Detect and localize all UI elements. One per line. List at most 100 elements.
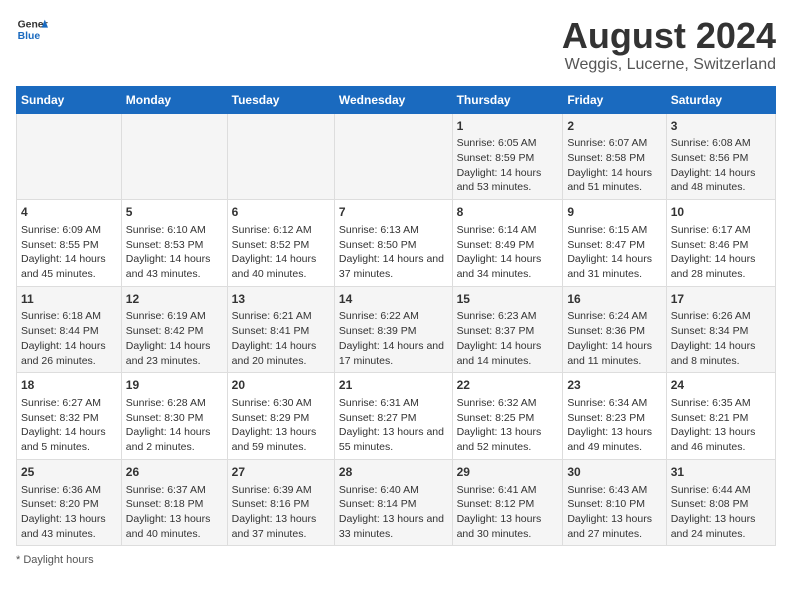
day-info: Sunrise: 6:43 AM: [567, 483, 661, 498]
day-info: Sunrise: 6:32 AM: [457, 396, 559, 411]
calendar-cell: 20Sunrise: 6:30 AMSunset: 8:29 PMDayligh…: [227, 373, 334, 460]
title-block: August 2024 Weggis, Lucerne, Switzerland: [562, 16, 776, 74]
day-info: Daylight: 14 hours and 26 minutes.: [21, 339, 117, 368]
day-info: Sunset: 8:21 PM: [671, 411, 771, 426]
day-number: 5: [126, 204, 223, 221]
calendar-cell: 27Sunrise: 6:39 AMSunset: 8:16 PMDayligh…: [227, 459, 334, 546]
day-number: 27: [232, 464, 330, 481]
day-info: Sunrise: 6:34 AM: [567, 396, 661, 411]
day-info: Sunrise: 6:36 AM: [21, 483, 117, 498]
day-info: Sunrise: 6:28 AM: [126, 396, 223, 411]
calendar-cell: 12Sunrise: 6:19 AMSunset: 8:42 PMDayligh…: [121, 286, 227, 373]
day-info: Daylight: 14 hours and 51 minutes.: [567, 166, 661, 195]
day-info: Sunrise: 6:40 AM: [339, 483, 448, 498]
calendar-cell: 13Sunrise: 6:21 AMSunset: 8:41 PMDayligh…: [227, 286, 334, 373]
day-info: Daylight: 13 hours and 49 minutes.: [567, 425, 661, 454]
header-day-friday: Friday: [563, 86, 666, 113]
day-info: Sunset: 8:55 PM: [21, 238, 117, 253]
day-number: 28: [339, 464, 448, 481]
day-number: 23: [567, 377, 661, 394]
day-number: 25: [21, 464, 117, 481]
calendar-cell: 26Sunrise: 6:37 AMSunset: 8:18 PMDayligh…: [121, 459, 227, 546]
day-info: Daylight: 13 hours and 46 minutes.: [671, 425, 771, 454]
day-info: Sunset: 8:25 PM: [457, 411, 559, 426]
calendar-cell: [17, 113, 122, 200]
week-row-4: 18Sunrise: 6:27 AMSunset: 8:32 PMDayligh…: [17, 373, 776, 460]
day-info: Sunset: 8:23 PM: [567, 411, 661, 426]
header-day-saturday: Saturday: [666, 86, 775, 113]
day-number: 18: [21, 377, 117, 394]
day-info: Sunset: 8:12 PM: [457, 497, 559, 512]
subtitle: Weggis, Lucerne, Switzerland: [562, 56, 776, 74]
day-number: 4: [21, 204, 117, 221]
calendar-cell: 9Sunrise: 6:15 AMSunset: 8:47 PMDaylight…: [563, 200, 666, 287]
day-info: Sunset: 8:10 PM: [567, 497, 661, 512]
day-info: Daylight: 14 hours and 48 minutes.: [671, 166, 771, 195]
day-info: Daylight: 14 hours and 11 minutes.: [567, 339, 661, 368]
week-row-1: 1Sunrise: 6:05 AMSunset: 8:59 PMDaylight…: [17, 113, 776, 200]
header-day-tuesday: Tuesday: [227, 86, 334, 113]
day-info: Daylight: 14 hours and 43 minutes.: [126, 252, 223, 281]
day-info: Sunset: 8:42 PM: [126, 324, 223, 339]
day-number: 30: [567, 464, 661, 481]
calendar-cell: 17Sunrise: 6:26 AMSunset: 8:34 PMDayligh…: [666, 286, 775, 373]
day-info: Sunrise: 6:10 AM: [126, 223, 223, 238]
calendar-cell: 25Sunrise: 6:36 AMSunset: 8:20 PMDayligh…: [17, 459, 122, 546]
day-info: Sunrise: 6:44 AM: [671, 483, 771, 498]
day-info: Sunrise: 6:08 AM: [671, 136, 771, 151]
day-info: Sunrise: 6:27 AM: [21, 396, 117, 411]
daylight-hours-label: Daylight hours: [23, 554, 93, 566]
calendar-cell: 1Sunrise: 6:05 AMSunset: 8:59 PMDaylight…: [452, 113, 563, 200]
calendar-cell: 4 Sunrise: 6:09 AMSunset: 8:55 PMDaylight…: [17, 200, 122, 287]
day-number: 20: [232, 377, 330, 394]
day-info: Sunrise: 6:14 AM: [457, 223, 559, 238]
day-info: Sunset: 8:39 PM: [339, 324, 448, 339]
calendar-cell: [227, 113, 334, 200]
day-info: Daylight: 14 hours and 14 minutes.: [457, 339, 559, 368]
logo: General Blue: [16, 16, 48, 44]
day-info: Sunset: 8:58 PM: [567, 151, 661, 166]
day-info: Daylight: 13 hours and 24 minutes.: [671, 512, 771, 541]
day-info: Sunrise: 6:23 AM: [457, 309, 559, 324]
day-number: 16: [567, 291, 661, 308]
day-number: 12: [126, 291, 223, 308]
day-info: Daylight: 13 hours and 55 minutes.: [339, 425, 448, 454]
day-info: Sunset: 8:18 PM: [126, 497, 223, 512]
day-info: Sunset: 8:47 PM: [567, 238, 661, 253]
calendar-cell: 28Sunrise: 6:40 AMSunset: 8:14 PMDayligh…: [334, 459, 452, 546]
day-info: Sunrise: 6:26 AM: [671, 309, 771, 324]
day-info: Sunrise: 6:07 AM: [567, 136, 661, 151]
day-number: 7: [339, 204, 448, 221]
day-number: 29: [457, 464, 559, 481]
day-number: 31: [671, 464, 771, 481]
day-info: Sunrise: 6:39 AM: [232, 483, 330, 498]
day-info: Sunrise: 6:24 AM: [567, 309, 661, 324]
header-day-wednesday: Wednesday: [334, 86, 452, 113]
day-info: Sunrise: 6:09 AM: [21, 223, 117, 238]
day-info: Sunset: 8:41 PM: [232, 324, 330, 339]
day-info: Sunset: 8:36 PM: [567, 324, 661, 339]
header-day-thursday: Thursday: [452, 86, 563, 113]
day-info: Daylight: 14 hours and 28 minutes.: [671, 252, 771, 281]
day-info: Sunrise: 6:17 AM: [671, 223, 771, 238]
day-info: Sunset: 8:27 PM: [339, 411, 448, 426]
day-info: Daylight: 14 hours and 37 minutes.: [339, 252, 448, 281]
day-info: Daylight: 14 hours and 5 minutes.: [21, 425, 117, 454]
calendar-cell: 18Sunrise: 6:27 AMSunset: 8:32 PMDayligh…: [17, 373, 122, 460]
day-number: 21: [339, 377, 448, 394]
day-info: Sunrise: 6:22 AM: [339, 309, 448, 324]
day-info: Daylight: 14 hours and 45 minutes.: [21, 252, 117, 281]
day-info: Daylight: 13 hours and 27 minutes.: [567, 512, 661, 541]
calendar-cell: 30 Sunrise: 6:43 AMSunset: 8:10 PMDayligh…: [563, 459, 666, 546]
day-number: 14: [339, 291, 448, 308]
day-info: Sunset: 8:52 PM: [232, 238, 330, 253]
calendar-header-row: SundayMondayTuesdayWednesdayThursdayFrid…: [17, 86, 776, 113]
calendar-cell: 14Sunrise: 6:22 AMSunset: 8:39 PMDayligh…: [334, 286, 452, 373]
day-info: Daylight: 13 hours and 37 minutes.: [232, 512, 330, 541]
day-info: Sunrise: 6:13 AM: [339, 223, 448, 238]
calendar-cell: 21Sunrise: 6:31 AMSunset: 8:27 PMDayligh…: [334, 373, 452, 460]
day-number: 11: [21, 291, 117, 308]
logo-icon: General Blue: [16, 16, 48, 44]
day-info: Daylight: 14 hours and 17 minutes.: [339, 339, 448, 368]
day-info: Daylight: 14 hours and 34 minutes.: [457, 252, 559, 281]
